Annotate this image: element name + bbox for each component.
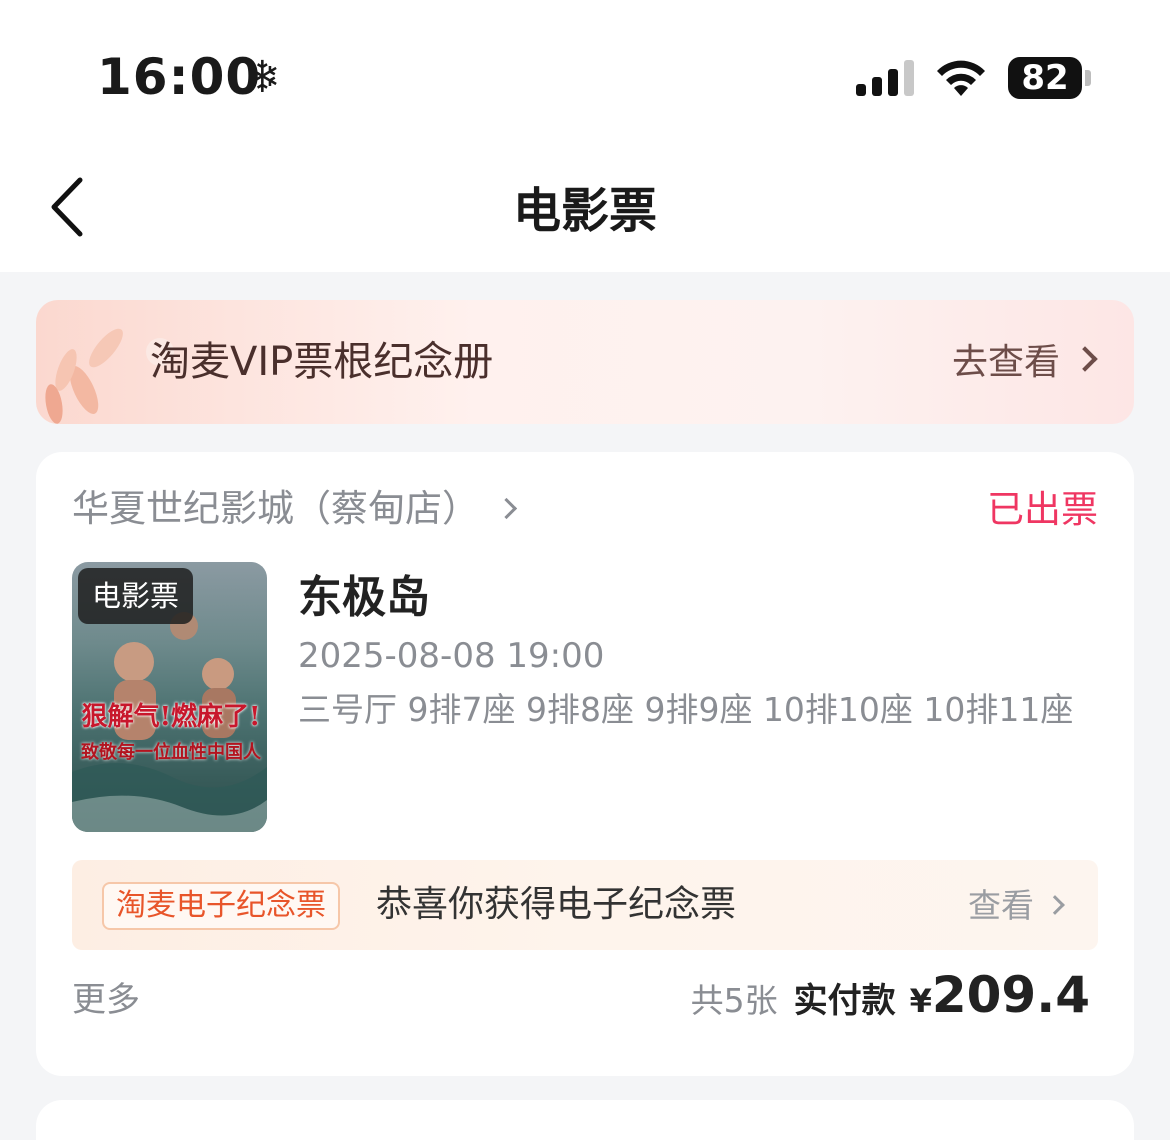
top-bar: 16:00 ❄ 82 电影票 (0, 0, 1170, 272)
currency-symbol: ¥ (909, 982, 932, 1020)
banner-view-link[interactable]: 去查看 (951, 338, 1098, 388)
battery-level: 82 (1021, 58, 1069, 98)
souvenir-view-label: 查看 (968, 886, 1034, 925)
status-time: 16:00 (97, 48, 262, 106)
poster-badge: 电影票 (78, 568, 194, 624)
page-title: 电影票 (512, 183, 657, 239)
movie-poster[interactable]: 电影票 狠解气!燃麻了! 致敬每一位血性中国人 (72, 562, 267, 832)
paid-label: 实付款 (793, 981, 896, 1021)
next-order-card (36, 1100, 1134, 1140)
banner-title: 淘麦VIP票根纪念册 (150, 339, 494, 385)
snowflake-icon: ❄ (244, 52, 281, 103)
chevron-right-icon (495, 497, 518, 520)
e-souvenir-ticket-row[interactable]: 淘麦电子纪念票 恭喜你获得电子纪念票 查看 (72, 860, 1098, 950)
paid-amount: 209.4 (931, 966, 1090, 1024)
order-card[interactable]: 华夏世纪影城（蔡甸店） 已出票 电影票 狠解气!燃麻了! 致敬每一位血性中国人 … (36, 452, 1134, 1076)
cellular-signal-icon (856, 60, 914, 96)
battery-cap (1085, 70, 1091, 86)
banner-view-label: 去查看 (951, 342, 1060, 383)
chevron-right-icon (1045, 895, 1065, 915)
show-time: 2025-08-08 19:00 (298, 636, 605, 676)
souvenir-view-link[interactable]: 查看 (968, 882, 1065, 930)
poster-slogan: 狠解气!燃麻了! (81, 702, 261, 732)
cinema-link[interactable]: 华夏世纪影城（蔡甸店） (72, 482, 518, 536)
poster-subtitle: 致敬每一位血性中国人 (81, 742, 261, 763)
vip-souvenir-banner[interactable]: 淘麦VIP票根纪念册 去查看 (36, 300, 1134, 424)
movie-name: 东极岛 (298, 572, 430, 623)
cinema-name: 华夏世纪影城（蔡甸店） (72, 487, 479, 530)
wifi-icon (937, 60, 985, 96)
chevron-right-icon (1072, 346, 1098, 372)
souvenir-message: 恭喜你获得电子纪念票 (376, 884, 737, 925)
seat-info: 三号厅 9排7座 9排8座 9排9座 10排10座 10排11座 (298, 690, 1074, 729)
payment-summary: 共5张 实付款 ¥209.4 (691, 960, 1090, 1042)
more-button[interactable]: 更多 (72, 976, 140, 1024)
ticket-count: 共5张 (690, 981, 778, 1020)
souvenir-tag: 淘麦电子纪念票 (102, 882, 340, 930)
ticket-status: 已出票 (987, 488, 1098, 531)
battery-icon: 82 (1008, 57, 1082, 99)
